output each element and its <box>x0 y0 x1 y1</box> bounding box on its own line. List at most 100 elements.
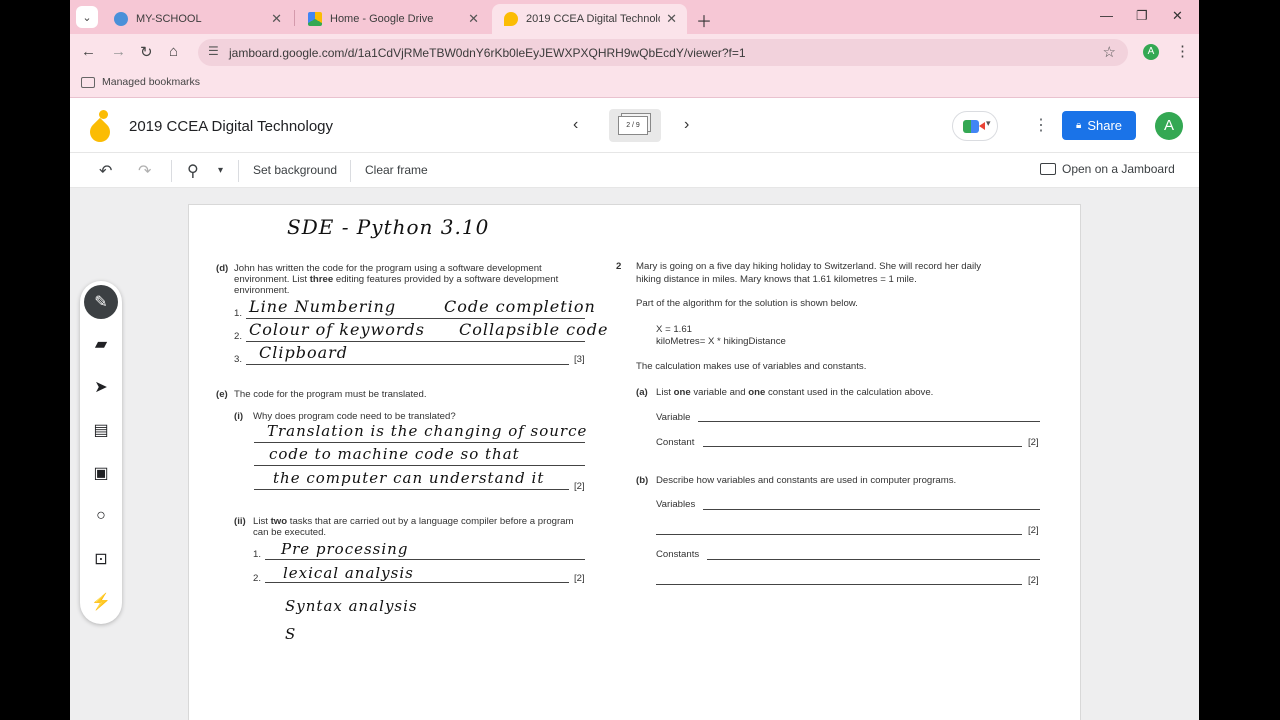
marks: [2] <box>1028 525 1039 536</box>
marks: [2] <box>574 573 585 584</box>
managed-bookmarks-folder[interactable]: Managed bookmarks <box>81 76 200 88</box>
question-e-ii-text: List two tasks that are carried out by a… <box>253 516 574 527</box>
answer-line <box>246 341 585 342</box>
account-avatar[interactable]: A <box>1155 112 1183 140</box>
meet-button[interactable]: ▾ <box>952 111 998 141</box>
tab-search-button[interactable]: ⌄ <box>76 6 98 28</box>
marks: [2] <box>574 481 585 492</box>
circle-icon[interactable]: ○ <box>84 499 118 533</box>
caret-down-icon: ▾ <box>986 118 991 128</box>
bookmark-label: Managed bookmarks <box>102 76 201 88</box>
answer-line <box>246 318 585 319</box>
open-on-jamboard-button[interactable]: Open on a Jamboard <box>1040 162 1175 176</box>
share-button[interactable]: 🔒︎ Share <box>1062 111 1136 140</box>
tab-title: 2019 CCEA Digital Technology <box>526 13 660 25</box>
item-number: 1. <box>253 549 262 560</box>
question-2-part: Part of the algorithm for the solution i… <box>636 298 858 309</box>
window-close-button[interactable]: ✕ <box>1172 8 1183 24</box>
item-number: 2. <box>234 331 243 342</box>
text-box-icon[interactable]: ⊡ <box>84 542 118 576</box>
zoom-icon[interactable]: ⚲ <box>187 161 199 181</box>
answer-line <box>703 509 1040 510</box>
toolbar-divider <box>171 160 172 182</box>
question-d-line1: John has written the code for the progra… <box>234 263 542 274</box>
constants-label: Constants <box>656 549 700 560</box>
set-background-button[interactable]: Set background <box>253 163 337 177</box>
question-e-text: The code for the program must be transla… <box>234 389 427 400</box>
document-title[interactable]: 2019 CCEA Digital Technology <box>129 118 333 135</box>
item-number: 3. <box>234 354 243 365</box>
laser-icon[interactable]: ⚡ <box>84 585 118 619</box>
item-number: 2. <box>253 573 262 584</box>
restore-button[interactable]: ❐ <box>1136 8 1148 24</box>
minimize-button[interactable]: — <box>1100 8 1113 23</box>
forward-icon[interactable]: → <box>111 43 126 60</box>
answer-line <box>265 559 585 560</box>
undo-icon[interactable]: ↶ <box>99 161 112 181</box>
jam-canvas[interactable]: SDE - Python 3.10 (d) John has written t… <box>70 188 1199 720</box>
close-icon[interactable]: ✕ <box>666 11 677 27</box>
question-2-line1: Mary is going on a five day hiking holid… <box>636 261 982 272</box>
algorithm-line1: X = 1.61 <box>656 324 693 335</box>
marks: [2] <box>1028 437 1039 448</box>
url-text[interactable]: jamboard.google.com/d/1a1CdVjRMeTBW0dnY6… <box>229 46 746 60</box>
meet-camera-icon <box>963 120 979 133</box>
browser-menu-icon[interactable]: ⋮ <box>1175 42 1190 60</box>
handwritten-answer: Colour of keywords <box>249 320 425 339</box>
new-tab-button[interactable]: ＋ <box>696 8 712 32</box>
toolbar-divider <box>238 160 239 182</box>
question-d-label: (d) <box>216 263 229 274</box>
pen-icon[interactable]: ✎ <box>84 285 118 319</box>
next-frame-icon[interactable]: › <box>684 116 689 134</box>
close-icon[interactable]: ✕ <box>468 11 479 27</box>
previous-frame-icon[interactable]: ‹ <box>573 116 578 134</box>
sticky-note-icon[interactable]: ▤ <box>84 413 118 447</box>
close-icon[interactable]: ✕ <box>271 11 282 27</box>
folder-icon <box>81 76 95 88</box>
worksheet-frame[interactable]: SDE - Python 3.10 (d) John has written t… <box>188 204 1081 720</box>
variable-label: Variable <box>656 412 691 423</box>
handwritten-heading: SDE - Python 3.10 <box>287 215 490 239</box>
reload-icon[interactable]: ↻ <box>140 43 153 61</box>
jamboard-header: 2019 CCEA Digital Technology ‹ 2 / 9 › ▾… <box>70 99 1199 153</box>
home-icon[interactable]: ⌂ <box>169 43 178 60</box>
tool-palette: ✎ ▰ ➤ ▤ ▣ ○ ⊡ ⚡ <box>80 281 122 624</box>
tab-my-school[interactable]: MY-SCHOOL ✕ <box>102 4 292 34</box>
share-label: Share <box>1087 118 1123 133</box>
question-e-i-label: (i) <box>234 411 244 422</box>
tab-google-drive[interactable]: Home - Google Drive ✕ <box>296 4 489 34</box>
question-e-ii-text2: can be executed. <box>253 527 327 538</box>
jamboard-logo-icon[interactable] <box>85 110 115 147</box>
browser-window: ⌄ MY-SCHOOL ✕ Home - Google Drive ✕ 2019… <box>70 0 1199 720</box>
site-settings-icon[interactable]: ☰ <box>208 44 219 58</box>
tab-jamboard[interactable]: 2019 CCEA Digital Technology ✕ <box>492 4 687 34</box>
frame-indicator: 2 / 9 <box>618 116 648 135</box>
address-bar[interactable]: ☰ jamboard.google.com/d/1a1CdVjRMeTBW0dn… <box>198 39 1128 66</box>
bookmark-star-icon[interactable]: ☆ <box>1103 43 1116 61</box>
handwritten-answer: Code completion <box>444 297 596 316</box>
monitor-icon <box>1040 163 1056 175</box>
answer-line <box>698 421 1040 422</box>
select-icon[interactable]: ➤ <box>84 370 118 404</box>
algorithm-line2: kiloMetres= X * hikingDistance <box>656 336 786 347</box>
eraser-icon[interactable]: ▰ <box>84 327 118 361</box>
variables-label: Variables <box>656 499 696 510</box>
handwritten-answer: Collapsible code <box>459 320 609 339</box>
browser-profile-avatar[interactable]: A <box>1143 44 1159 60</box>
redo-icon[interactable]: ↷ <box>138 161 151 181</box>
image-icon[interactable]: ▣ <box>84 456 118 490</box>
toolbar-divider <box>350 160 351 182</box>
more-options-icon[interactable]: ⋮ <box>1033 115 1049 135</box>
answer-line <box>254 465 585 466</box>
back-icon[interactable]: ← <box>81 43 96 60</box>
frame-bar-toggle[interactable]: 2 / 9 <box>609 109 661 142</box>
zoom-caret-icon[interactable]: ▾ <box>218 165 223 176</box>
tab-title: MY-SCHOOL <box>136 13 202 25</box>
tab-title: Home - Google Drive <box>330 13 434 25</box>
question-d-line2: environment. List three editing features… <box>234 274 559 285</box>
question-2b-label: (b) <box>636 475 649 486</box>
handwritten-answer: S <box>285 625 297 643</box>
clear-frame-button[interactable]: Clear frame <box>365 163 428 177</box>
handwritten-answer: Syntax analysis <box>285 597 418 615</box>
open-on-jamboard-label: Open on a Jamboard <box>1062 162 1175 176</box>
